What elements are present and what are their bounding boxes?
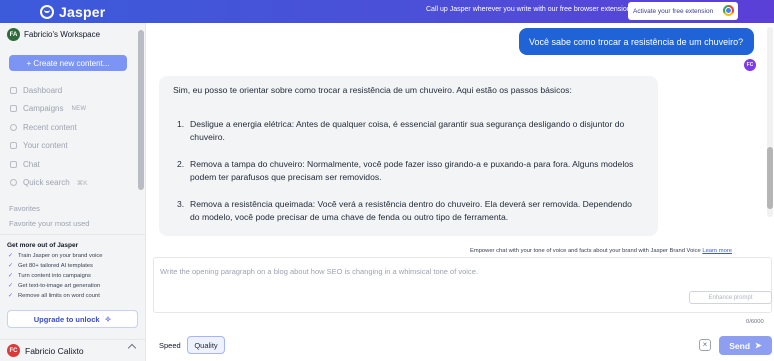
sidebar-item-campaigns[interactable]: Campaigns NEW xyxy=(10,100,88,119)
steps-list: 1. Desligue a energia elétrica: Antes de… xyxy=(173,118,643,236)
step-text: Remova a resistência queimada: Você verá… xyxy=(190,199,632,222)
sidebar-item-your-content[interactable]: Your content xyxy=(10,137,88,156)
send-button[interactable]: Send ➤ xyxy=(719,336,772,355)
upgrade-button[interactable]: Upgrade to unlock ✧ xyxy=(7,310,138,328)
jasper-logo[interactable]: Jasper xyxy=(40,4,105,20)
promo-list: Train Jasper on your brand voice Get 80+… xyxy=(7,251,103,301)
learn-more-link[interactable]: Learn more xyxy=(702,248,732,254)
chat-area: Você sabe como trocar a resistência de u… xyxy=(146,23,774,361)
sidebar-item-label: Chat xyxy=(23,159,40,169)
clear-icon[interactable]: × xyxy=(699,339,711,351)
list-item: 3. Remova a resistência queimada: Você v… xyxy=(173,198,643,224)
mode-quality-button[interactable]: Quality xyxy=(187,336,225,354)
message-user-avatar: FC xyxy=(744,59,756,71)
home-icon xyxy=(10,86,17,94)
sidebar-item-quick-search[interactable]: Quick search ⌘K xyxy=(10,174,88,193)
sparkle-icon: ✧ xyxy=(104,314,112,324)
step-number: 3. xyxy=(177,199,185,209)
step-text: Remova a tampa do chuveiro: Normalmente,… xyxy=(190,159,634,182)
step-number: 2. xyxy=(177,159,185,169)
send-button-label: Send xyxy=(729,340,751,351)
step-number: 1. xyxy=(177,119,185,129)
user-menu[interactable]: FC Fabricio Calixto xyxy=(0,339,145,361)
sidebar-divider xyxy=(0,234,145,235)
list-item: 2. Remova a tampa do chuveiro: Normalmen… xyxy=(173,158,643,184)
sidebar-nav: Dashboard Campaigns NEW Recent content Y… xyxy=(10,81,88,192)
promo-item: Train Jasper on your brand voice xyxy=(7,251,103,261)
enhance-prompt-button[interactable]: Enhance prompt xyxy=(689,291,772,304)
user-avatar: FC xyxy=(7,344,20,357)
shortcut-hint: ⌘K xyxy=(76,179,88,187)
upgrade-button-label: Upgrade to unlock xyxy=(33,314,100,324)
promo-item: Remove all limits on word count xyxy=(7,291,103,301)
chevron-up-icon xyxy=(127,343,137,353)
workspace-name: Fabricio's Workspace xyxy=(24,30,101,39)
mode-speed-button[interactable]: Speed xyxy=(159,341,181,350)
send-arrow-icon: ➤ xyxy=(755,341,762,350)
top-banner: Jasper Call up Jasper wherever you write… xyxy=(0,0,774,23)
workspace-switcher[interactable]: FA Fabricio's Workspace xyxy=(7,28,100,41)
workspace-avatar: FA xyxy=(7,28,20,41)
user-message-text: Você sabe como trocar a resistência de u… xyxy=(529,36,744,47)
brand-name: Jasper xyxy=(59,3,106,20)
jasper-logo-icon xyxy=(40,4,54,19)
campaigns-icon xyxy=(10,105,17,113)
sidebar-item-recent-content[interactable]: Recent content xyxy=(10,118,88,137)
chrome-icon xyxy=(723,5,734,16)
message-input[interactable]: Write the opening paragraph on a blog ab… xyxy=(160,267,478,276)
sidebar-item-dashboard[interactable]: Dashboard xyxy=(10,81,88,100)
folder-icon xyxy=(10,142,17,150)
promo-title: Get more out of Jasper xyxy=(7,242,79,249)
sidebar-item-label: Recent content xyxy=(23,122,77,132)
character-count: 0/6000 xyxy=(746,319,764,325)
sidebar: FA Fabricio's Workspace + Create new con… xyxy=(0,23,146,361)
sidebar-item-label: Dashboard xyxy=(23,85,63,95)
assistant-intro: Sim, eu posso te orientar sobre como tro… xyxy=(173,85,572,95)
sidebar-item-label: Quick search xyxy=(23,178,70,188)
chat-scrollbar[interactable] xyxy=(767,27,773,217)
sidebar-item-label: Campaigns xyxy=(23,104,64,114)
search-icon xyxy=(10,179,17,187)
banner-message: Call up Jasper wherever you write with o… xyxy=(426,6,633,13)
brand-voice-hint: Empower chat with your tone of voice and… xyxy=(470,248,732,254)
brand-voice-text: Empower chat with your tone of voice and… xyxy=(470,248,701,254)
favorites-heading: Favorites xyxy=(9,204,40,213)
clock-icon xyxy=(10,123,17,131)
list-item: 1. Desligue a energia elétrica: Antes de… xyxy=(173,118,643,144)
activate-extension-label: Activate your free extension xyxy=(633,7,714,15)
sidebar-item-label: Your content xyxy=(23,141,68,151)
promo-item: Turn content into campaigns xyxy=(7,271,103,281)
user-name: Fabricio Calixto xyxy=(25,345,84,356)
promo-item: Get 80+ tailored AI templates xyxy=(7,261,103,271)
create-content-button[interactable]: + Create new content... xyxy=(9,55,127,71)
assistant-message: Sim, eu posso te orientar sobre como tro… xyxy=(159,76,658,236)
chat-icon xyxy=(10,160,17,168)
step-text: Desligue a energia elétrica: Antes de qu… xyxy=(190,119,625,142)
user-message: Você sabe como trocar a resistência de u… xyxy=(519,28,754,55)
new-badge: NEW xyxy=(71,105,87,112)
sidebar-item-chat[interactable]: Chat xyxy=(10,155,88,174)
promo-item: Get text-to-image art generation xyxy=(7,281,103,291)
activate-extension-button[interactable]: Activate your free extension xyxy=(628,2,738,20)
sidebar-scrollbar[interactable] xyxy=(138,30,144,190)
message-composer[interactable]: Write the opening paragraph on a blog ab… xyxy=(153,257,772,313)
upgrade-promo: Get more out of Jasper Train Jasper on y… xyxy=(7,242,103,301)
favorites-empty-text: Favorite your most used xyxy=(9,219,90,228)
chat-scrollbar-thumb[interactable] xyxy=(767,147,773,209)
